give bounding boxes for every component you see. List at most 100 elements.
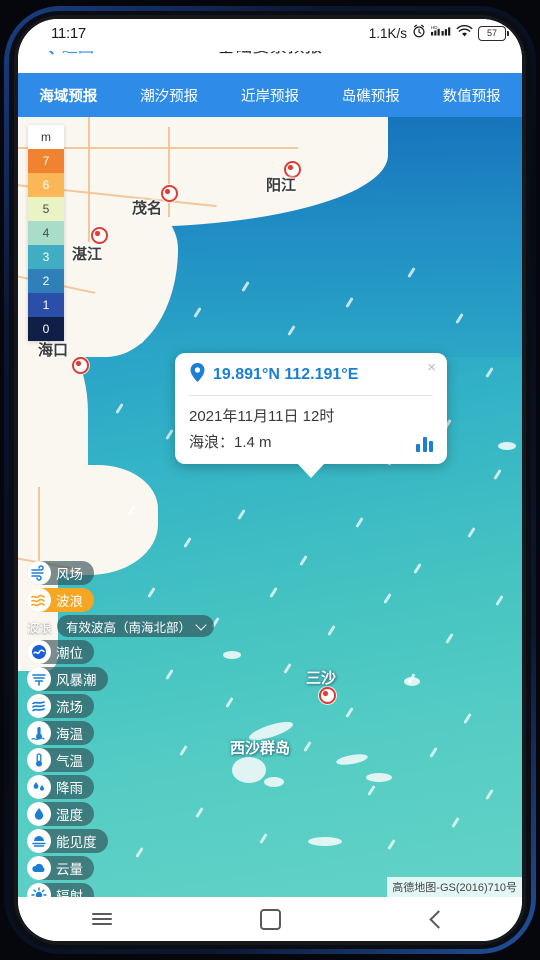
battery-icon: 57 xyxy=(478,26,510,41)
chevron-down-icon xyxy=(195,618,207,631)
visibility-icon xyxy=(27,829,51,853)
island-shape xyxy=(223,651,241,659)
sea-temp-icon xyxy=(27,721,51,745)
layer-item-current-field[interactable]: 流场 xyxy=(27,694,94,718)
layer-item-radiation[interactable]: 辐射 xyxy=(27,883,94,897)
status-time: 11:17 xyxy=(51,25,86,42)
location-pin-icon xyxy=(189,363,206,387)
popup-coordinates: 19.891°N 112.191°E xyxy=(213,366,359,383)
close-icon[interactable]: × xyxy=(427,360,436,375)
phone-frame: 阳江 茂名 湛江 海口 三沙 西沙群岛 m 7 6 5 4 3 2 1 0 × xyxy=(0,0,540,960)
menu-icon[interactable] xyxy=(72,899,132,939)
popup-coordinates-row: 19.891°N 112.191°E xyxy=(189,363,433,396)
home-icon[interactable] xyxy=(240,899,300,939)
layer-label: 流场 xyxy=(56,700,83,715)
layer-label: 气温 xyxy=(56,754,83,769)
forecast-tabbar[interactable]: 海域预报 潮汐预报 近岸预报 岛礁预报 数值预报 xyxy=(18,73,522,117)
map-canvas[interactable]: 阳江 茂名 湛江 海口 三沙 西沙群岛 m 7 6 5 4 3 2 1 0 × xyxy=(18,117,522,897)
system-statusbar: 11:17 1.1K/s HD 57 xyxy=(18,19,522,51)
layer-item-cloud-cover[interactable]: 云量 xyxy=(27,856,94,880)
bar-chart-icon[interactable] xyxy=(416,435,433,452)
map-attribution: 高德地图-GS(2016)710号 xyxy=(387,877,522,897)
wifi-icon xyxy=(456,24,473,43)
layer-label: 辐射 xyxy=(56,889,83,897)
layer-item-sea-temperature[interactable]: 海温 xyxy=(27,721,94,745)
humidity-icon xyxy=(27,802,51,826)
road-line xyxy=(88,117,90,242)
selector-tag: 波浪 xyxy=(27,620,53,635)
city-marker[interactable] xyxy=(72,357,89,374)
tide-icon xyxy=(27,640,51,664)
popup-wave-height: 海浪：1.4 m xyxy=(189,434,272,451)
svg-text:HD: HD xyxy=(431,25,438,30)
storm-surge-icon xyxy=(27,667,51,691)
map-label-xisha-islands: 西沙群岛 xyxy=(230,740,291,757)
hd-signal-icon: HD xyxy=(431,24,451,43)
layer-item-rainfall[interactable]: 降雨 xyxy=(27,775,94,799)
back-icon[interactable] xyxy=(408,899,468,939)
legend-cell: 3 xyxy=(28,245,64,269)
layer-label: 波浪 xyxy=(56,594,83,609)
legend-cell: 1 xyxy=(28,293,64,317)
legend-cell: 4 xyxy=(28,221,64,245)
layer-label: 潮位 xyxy=(56,646,83,661)
legend-unit: m xyxy=(28,125,64,149)
layer-item-wave[interactable]: 波浪 xyxy=(27,588,94,612)
dropdown-value: 有效波高（南海北部） xyxy=(66,620,192,635)
wave-height-legend: m 7 6 5 4 3 2 1 0 xyxy=(28,125,64,341)
battery-level: 57 xyxy=(486,28,497,38)
city-marker[interactable] xyxy=(91,227,108,244)
network-speed: 1.1K/s xyxy=(368,26,407,41)
phone-screen: 阳江 茂名 湛江 海口 三沙 西沙群岛 m 7 6 5 4 3 2 1 0 × xyxy=(18,19,522,941)
island-shape xyxy=(366,773,392,782)
air-temp-icon xyxy=(27,748,51,772)
layer-label: 能见度 xyxy=(56,835,97,850)
popup-datetime: 2021年11月11日 12时 xyxy=(189,408,335,425)
layer-label: 湿度 xyxy=(56,808,83,823)
map-label-maoming: 茂名 xyxy=(132,200,163,217)
map-label-zhanjiang: 湛江 xyxy=(72,246,103,263)
legend-cell: 0 xyxy=(28,317,64,341)
layer-label: 降雨 xyxy=(56,781,83,796)
map-label-sansha: 三沙 xyxy=(306,670,337,687)
road-line xyxy=(168,127,170,217)
cloud-icon xyxy=(27,856,51,880)
tab-numerical-forecast[interactable]: 数值预报 xyxy=(421,85,522,106)
layer-panel[interactable]: 风场 波浪 波浪 有效波高（南海北部） 潮位 风暴潮 流场 海温 气温 降雨 湿… xyxy=(27,561,215,897)
tab-nearshore-forecast[interactable]: 近岸预报 xyxy=(220,85,321,106)
alarm-clock-icon xyxy=(412,24,426,43)
wave-parameter-selector-row[interactable]: 波浪 有效波高（南海北部） xyxy=(27,615,215,637)
island-shape xyxy=(264,777,284,787)
layer-item-visibility[interactable]: 能见度 xyxy=(27,829,108,853)
radiation-icon xyxy=(27,883,51,897)
layer-item-air-temperature[interactable]: 气温 xyxy=(27,748,94,772)
current-icon xyxy=(27,694,51,718)
tab-tide-forecast[interactable]: 潮汐预报 xyxy=(119,85,220,106)
island-shape xyxy=(232,757,266,783)
layer-item-tide-level[interactable]: 潮位 xyxy=(27,640,94,664)
point-info-popup: × 19.891°N 112.191°E 2021年11月11日 12时 海浪：… xyxy=(175,353,447,478)
wind-icon xyxy=(27,561,51,585)
city-marker[interactable] xyxy=(161,185,178,202)
island-shape xyxy=(498,442,516,450)
status-indicators: 1.1K/s HD 57 xyxy=(368,24,510,43)
layer-label: 风场 xyxy=(56,567,83,582)
wave-parameter-dropdown[interactable]: 有效波高（南海北部） xyxy=(57,615,215,637)
legend-cell: 2 xyxy=(28,269,64,293)
layer-item-wind[interactable]: 风场 xyxy=(27,561,94,585)
popup-metric-row: 海浪：1.4 m xyxy=(189,431,433,452)
map-label-yangjiang: 阳江 xyxy=(266,177,297,194)
map-label-haikou: 海口 xyxy=(38,342,69,359)
legend-cell: 5 xyxy=(28,197,64,221)
tab-island-reef-forecast[interactable]: 岛礁预报 xyxy=(320,85,421,106)
legend-cell: 7 xyxy=(28,149,64,173)
island-shape xyxy=(335,752,369,767)
island-shape xyxy=(308,837,342,846)
city-marker[interactable] xyxy=(319,687,336,704)
layer-label: 海温 xyxy=(56,727,83,742)
tab-sea-area-forecast[interactable]: 海域预报 xyxy=(18,85,119,106)
layer-item-humidity[interactable]: 湿度 xyxy=(27,802,94,826)
android-navbar[interactable] xyxy=(18,897,522,941)
layer-item-storm-surge[interactable]: 风暴潮 xyxy=(27,667,108,691)
rain-icon xyxy=(27,775,51,799)
